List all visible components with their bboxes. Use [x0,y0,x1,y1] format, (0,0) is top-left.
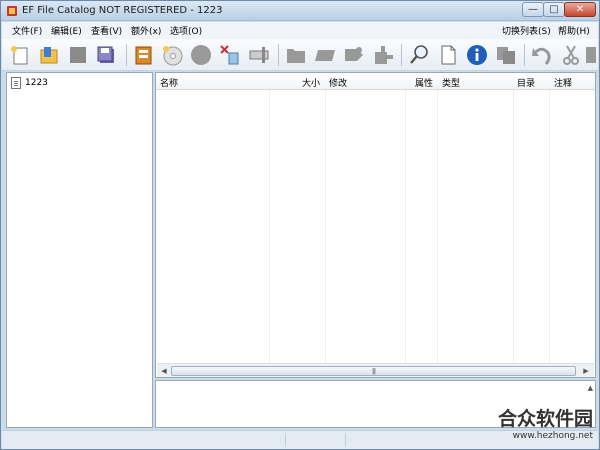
menu-extra[interactable]: 额外(x) [131,24,161,37]
menu-edit[interactable]: 编辑(E) [51,24,82,37]
more-icon[interactable] [584,43,598,67]
column-modified[interactable]: 修改 [329,76,347,89]
scroll-right-arrow-icon[interactable]: ▶ [581,366,591,376]
record-icon[interactable] [189,43,213,67]
cut-icon[interactable] [559,43,583,67]
toolbar [2,39,598,71]
app-icon [7,6,17,16]
title-bar[interactable]: EF File Catalog NOT REGISTERED - 1223 — … [1,1,599,21]
delete-icon[interactable] [218,43,242,67]
catalog-file-icon [11,76,21,89]
document-icon[interactable] [436,43,460,67]
menu-switch-list[interactable]: 切换列表(S) [502,24,551,37]
undo-icon[interactable] [530,43,554,67]
minimize-button[interactable]: — [522,2,544,17]
column-attributes[interactable]: 属性 [415,76,433,89]
copy-icon[interactable] [494,43,518,67]
status-cell [2,433,286,447]
menu-file[interactable]: 文件(F) [12,24,42,37]
column-comment[interactable]: 注释 [554,76,572,89]
scanner-icon[interactable] [247,43,271,67]
file-list[interactable]: 名称 大小 修改 属性 类型 目录 注释 ◀ ||| ▶ [155,72,596,378]
column-directory[interactable]: 目录 [517,76,535,89]
column-type[interactable]: 类型 [442,76,460,89]
column-size[interactable]: 大小 [302,76,320,89]
horizontal-scrollbar[interactable]: ◀ ||| ▶ [157,363,594,377]
maximize-button[interactable]: □ [543,2,565,17]
menu-help[interactable]: 帮助(H) [558,24,590,37]
app-window: EF File Catalog NOT REGISTERED - 1223 — … [0,0,600,450]
watermark-url: www.hezhong.net [512,431,593,441]
tree-item-label: 1223 [24,77,49,88]
watermark: 合众软件园 www.hezhong.net [471,404,599,448]
scroll-left-arrow-icon[interactable]: ◀ [159,366,169,376]
eraser-icon[interactable] [313,43,337,67]
puzzle-add-icon[interactable] [371,43,395,67]
disc-icon[interactable] [160,43,184,67]
column-name[interactable]: 名称 [160,76,178,89]
search-icon[interactable] [407,43,431,67]
close-button[interactable]: ✕ [564,2,596,17]
info-icon[interactable] [465,43,489,67]
watermark-title: 合众软件园 [497,408,593,430]
open-folder-icon[interactable] [37,43,61,67]
menu-view[interactable]: 查看(V) [91,24,122,37]
save-icon[interactable] [95,43,119,67]
catalog-tree[interactable]: 1223 [6,72,153,428]
tag-icon[interactable] [342,43,366,67]
status-cell [286,433,346,447]
scrollbar-thumb[interactable]: ||| [171,366,576,376]
folder-gray-icon[interactable] [284,43,308,67]
menu-options[interactable]: 选项(O) [170,24,202,37]
column-header-row: 名称 大小 修改 属性 类型 目录 注释 [156,73,595,90]
new-catalog-icon[interactable] [8,43,32,67]
window-title: EF File Catalog NOT REGISTERED - 1223 [22,5,223,16]
tree-item[interactable]: 1223 [11,76,49,89]
scroll-up-arrow-icon[interactable]: ▲ [588,384,593,392]
stop-icon[interactable] [66,43,90,67]
menu-bar: 文件(F) 编辑(E) 查看(V) 额外(x) 选项(O) 切换列表(S) 帮助… [2,22,598,39]
catalog-book-icon[interactable] [131,43,155,67]
